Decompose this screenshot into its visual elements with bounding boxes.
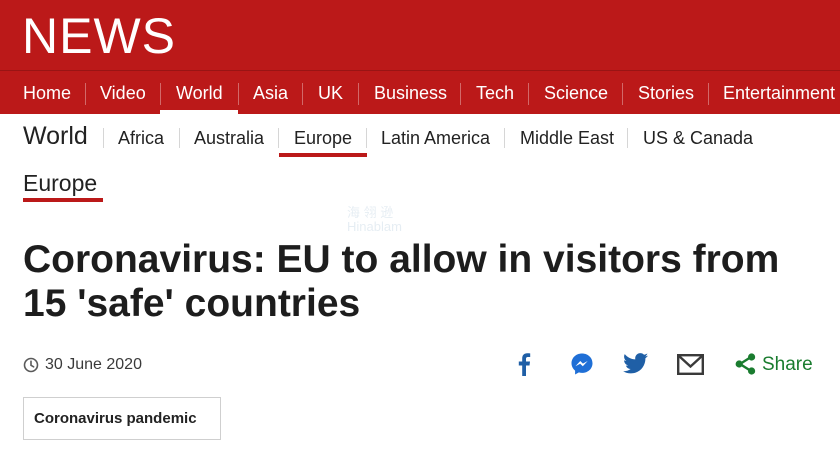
- nav-item-stories[interactable]: Stories: [638, 71, 694, 114]
- sub-nav-separator: [179, 128, 180, 148]
- main-nav: Home Video World Asia UK Business Tech S…: [0, 70, 840, 114]
- topic-tag-label: Coronavirus pandemic: [34, 410, 197, 427]
- masthead: NEWS: [0, 0, 840, 70]
- sub-nav-section-title[interactable]: World: [23, 122, 88, 151]
- article-date: 30 June 2020: [45, 356, 142, 373]
- sub-nav: World Africa Australia Europe Latin Amer…: [0, 114, 840, 160]
- share-label[interactable]: Share: [762, 354, 813, 376]
- nav-item-entertainment[interactable]: Entertainment &: [723, 71, 840, 114]
- nav-item-business[interactable]: Business: [374, 71, 447, 114]
- nav-item-world[interactable]: World: [176, 71, 223, 114]
- clock-icon: [23, 357, 39, 373]
- sub-nav-active-indicator: [279, 153, 367, 157]
- sub-nav-separator: [366, 128, 367, 148]
- sub-nav-separator: [278, 128, 279, 148]
- sub-nav-separator: [504, 128, 505, 148]
- article-headline: Coronavirus: EU to allow in visitors fro…: [23, 238, 780, 325]
- nav-separator: [708, 83, 709, 105]
- section-tag[interactable]: Europe: [23, 170, 97, 197]
- nav-item-tech[interactable]: Tech: [476, 71, 514, 114]
- email-icon[interactable]: [677, 354, 704, 375]
- topic-tag-button[interactable]: Coronavirus pandemic: [23, 397, 221, 440]
- sub-nav-item-europe[interactable]: Europe: [294, 128, 352, 149]
- sub-nav-item-us-canada[interactable]: US & Canada: [643, 128, 753, 149]
- nav-item-science[interactable]: Science: [544, 71, 608, 114]
- share-icon[interactable]: [735, 353, 756, 375]
- twitter-icon[interactable]: [623, 353, 649, 375]
- sub-nav-item-middle-east[interactable]: Middle East: [520, 128, 614, 149]
- nav-item-uk[interactable]: UK: [318, 71, 343, 114]
- sub-nav-separator: [103, 128, 104, 148]
- section-tag-underline: [23, 198, 103, 202]
- sub-nav-separator: [627, 128, 628, 148]
- sub-nav-item-latin-america[interactable]: Latin America: [381, 128, 490, 149]
- sub-nav-item-australia[interactable]: Australia: [194, 128, 264, 149]
- facebook-icon[interactable]: [517, 352, 531, 376]
- nav-separator: [358, 83, 359, 105]
- nav-separator: [460, 83, 461, 105]
- nav-item-home[interactable]: Home: [23, 71, 71, 114]
- nav-item-video[interactable]: Video: [100, 71, 146, 114]
- sub-nav-item-africa[interactable]: Africa: [118, 128, 164, 149]
- watermark-line1: 海 翎 逊: [347, 205, 394, 220]
- watermark-line2: Hinablam: [347, 219, 402, 234]
- nav-separator: [85, 83, 86, 105]
- watermark: 海 翎 逊 Hinablam: [347, 206, 402, 234]
- nav-separator: [302, 83, 303, 105]
- nav-separator: [528, 83, 529, 105]
- nav-separator: [622, 83, 623, 105]
- nav-item-asia[interactable]: Asia: [253, 71, 288, 114]
- news-logo[interactable]: NEWS: [22, 10, 176, 62]
- messenger-icon[interactable]: [570, 352, 594, 376]
- nav-separator: [238, 83, 239, 105]
- nav-separator: [160, 83, 161, 105]
